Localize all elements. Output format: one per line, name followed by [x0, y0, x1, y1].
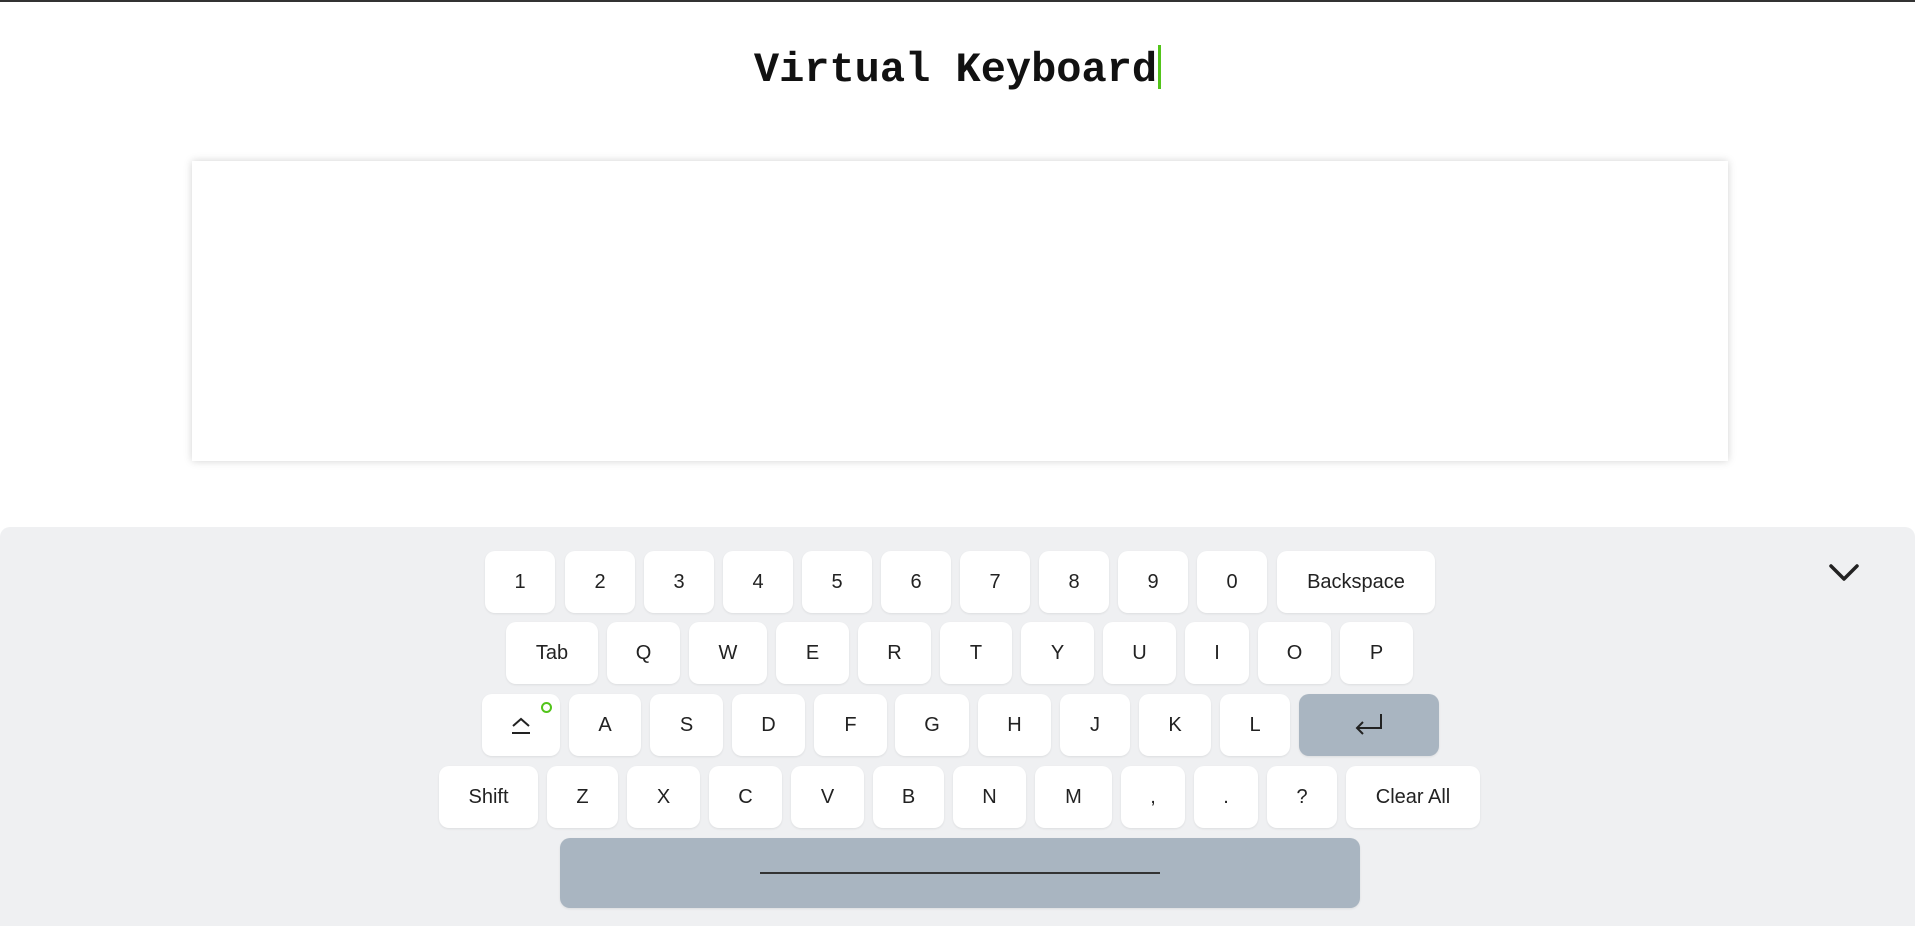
key-o[interactable]: O [1258, 622, 1331, 684]
key-h[interactable]: H [978, 694, 1051, 756]
space-bar-line [760, 872, 1160, 874]
key-m[interactable]: M [1035, 766, 1112, 828]
text-input-area[interactable] [192, 161, 1728, 461]
tab-key[interactable]: Tab [506, 622, 598, 684]
virtual-keyboard: 1 2 3 4 5 6 7 8 9 0 Backspace Tab Q W E … [0, 527, 1915, 926]
key-n[interactable]: N [953, 766, 1026, 828]
comma-key[interactable]: , [1121, 766, 1185, 828]
collapse-keyboard-button[interactable] [1826, 560, 1862, 586]
title-cursor [1158, 44, 1162, 89]
key-2[interactable]: 2 [565, 551, 635, 613]
key-f[interactable]: F [814, 694, 887, 756]
period-key[interactable]: . [1194, 766, 1258, 828]
question-mark-key[interactable]: ? [1267, 766, 1337, 828]
caps-lock-indicator [541, 702, 552, 713]
key-y[interactable]: Y [1021, 622, 1094, 684]
space-bar[interactable] [560, 838, 1360, 908]
caps-lock-key[interactable] [482, 694, 560, 756]
top-border [0, 0, 1915, 2]
page-title-text: Virtual Keyboard [753, 46, 1158, 94]
key-e[interactable]: E [776, 622, 849, 684]
key-4[interactable]: 4 [723, 551, 793, 613]
key-p[interactable]: P [1340, 622, 1413, 684]
key-9[interactable]: 9 [1118, 551, 1188, 613]
key-7[interactable]: 7 [960, 551, 1030, 613]
clear-all-key[interactable]: Clear All [1346, 766, 1480, 828]
key-u[interactable]: U [1103, 622, 1176, 684]
caps-lock-icon [512, 717, 530, 734]
enter-key[interactable] [1299, 694, 1439, 756]
key-d[interactable]: D [732, 694, 805, 756]
key-j[interactable]: J [1060, 694, 1130, 756]
key-v[interactable]: V [791, 766, 864, 828]
key-k[interactable]: K [1139, 694, 1211, 756]
key-x[interactable]: X [627, 766, 700, 828]
key-r[interactable]: R [858, 622, 931, 684]
key-a[interactable]: A [569, 694, 641, 756]
key-g[interactable]: G [895, 694, 969, 756]
key-l[interactable]: L [1220, 694, 1290, 756]
key-c[interactable]: C [709, 766, 782, 828]
key-8[interactable]: 8 [1039, 551, 1109, 613]
key-5[interactable]: 5 [802, 551, 872, 613]
key-6[interactable]: 6 [881, 551, 951, 613]
key-z[interactable]: Z [547, 766, 618, 828]
page-title: Virtual Keyboard [0, 44, 1915, 96]
backspace-key[interactable]: Backspace [1277, 551, 1435, 613]
key-w[interactable]: W [689, 622, 767, 684]
key-q[interactable]: Q [607, 622, 680, 684]
key-t[interactable]: T [940, 622, 1012, 684]
chevron-down-icon [1829, 564, 1859, 581]
key-3[interactable]: 3 [644, 551, 714, 613]
key-0[interactable]: 0 [1197, 551, 1267, 613]
enter-icon [1355, 714, 1382, 735]
shift-key[interactable]: Shift [439, 766, 538, 828]
key-i[interactable]: I [1185, 622, 1249, 684]
key-1[interactable]: 1 [485, 551, 555, 613]
key-s[interactable]: S [650, 694, 723, 756]
key-b[interactable]: B [873, 766, 944, 828]
